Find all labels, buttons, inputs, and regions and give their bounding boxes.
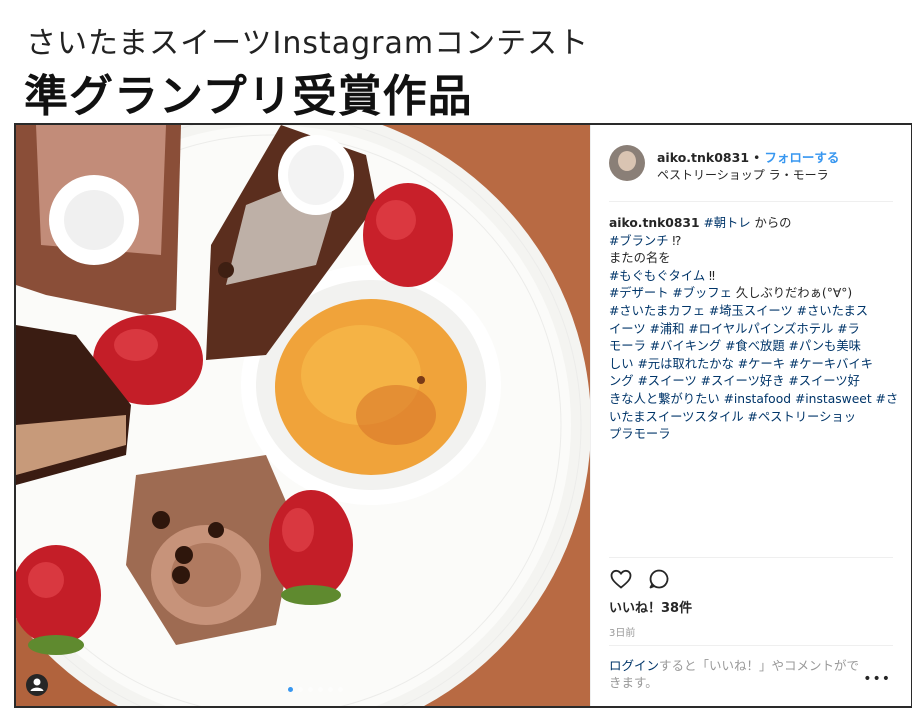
- page-title: 準グランプリ受賞作品: [24, 71, 473, 122]
- post-photo[interactable]: [16, 125, 590, 706]
- hashtag-link[interactable]: いたまスイーツスタイル #ペストリーショッ: [609, 410, 856, 424]
- username-link[interactable]: aiko.tnk0831: [657, 150, 749, 165]
- hashtag-link[interactable]: イーツ #浦和 #ロイヤルパインズホテル #ラ: [609, 322, 860, 336]
- likes-count[interactable]: いいね！38件: [609, 597, 692, 616]
- caption-line: #さいたまカフェ #埼玉スイーツ #さいたまス: [609, 303, 891, 321]
- caption-username[interactable]: aiko.tnk0831: [609, 216, 700, 230]
- hashtag-link[interactable]: #デザート #ブッフェ: [609, 286, 732, 300]
- location-link[interactable]: ペストリーショップ ラ・モーラ: [657, 166, 829, 183]
- caption-line: しい #元は取れたかな #ケーキ #ケーキバイキ: [609, 356, 891, 374]
- dessert-plate-image: [16, 125, 590, 706]
- hashtag-link[interactable]: プラモーラ: [609, 427, 671, 441]
- caption-line: モーラ #バイキング #食べ放題 #パンも美味: [609, 338, 891, 356]
- hashtag-link[interactable]: しい #元は取れたかな #ケーキ #ケーキバイキ: [609, 357, 873, 371]
- login-prompt: ログインすると「いいね！」やコメントができます。: [609, 657, 869, 691]
- avatar[interactable]: [609, 145, 645, 181]
- post-actions: [609, 567, 671, 591]
- caption-line: プラモーラ: [609, 426, 891, 444]
- hashtag-link[interactable]: モーラ #バイキング #食べ放題 #パンも美味: [609, 339, 861, 353]
- login-link[interactable]: ログイン: [609, 658, 659, 673]
- caption-line: いたまスイーツスタイル #ペストリーショッ: [609, 409, 891, 427]
- caption-line: イーツ #浦和 #ロイヤルパインズホテル #ラ: [609, 321, 891, 339]
- person-icon[interactable]: [26, 674, 48, 696]
- post-timestamp: 3日前: [609, 628, 636, 639]
- hashtag-link[interactable]: きな人と繋がりたい #instafood #instasweet #さ: [609, 392, 898, 406]
- divider: [609, 201, 893, 202]
- caption-text: からの: [750, 216, 792, 230]
- caption-text: 久しぶりだわぁ(°∀°): [731, 286, 853, 301]
- instagram-post-embed: aiko.tnk0831 • フォローする ペストリーショップ ラ・モーラ ai…: [14, 123, 912, 708]
- divider: [609, 557, 893, 558]
- carousel-dot[interactable]: [288, 687, 293, 692]
- carousel-indicator[interactable]: [288, 687, 343, 692]
- carousel-dot[interactable]: [308, 687, 313, 692]
- comment-icon[interactable]: [647, 567, 671, 591]
- caption-text: またの名を: [609, 251, 671, 266]
- caption-line: またの名を: [609, 250, 891, 268]
- post-details-panel: aiko.tnk0831 • フォローする ペストリーショップ ラ・モーラ ai…: [590, 125, 911, 706]
- hashtag-link[interactable]: #朝トレ: [703, 216, 750, 230]
- follow-button[interactable]: フォローする: [764, 150, 839, 165]
- carousel-dot[interactable]: [338, 687, 343, 692]
- hashtag-link[interactable]: #ブランチ: [609, 234, 669, 248]
- divider: [609, 645, 893, 646]
- hashtag-link[interactable]: #もぐもぐタイム: [609, 269, 705, 283]
- caption-line: #デザート #ブッフェ 久しぶりだわぁ(°∀°): [609, 285, 891, 303]
- more-options-icon[interactable]: •••: [863, 671, 891, 687]
- heart-icon[interactable]: [609, 567, 633, 591]
- hashtag-link[interactable]: #さいたまカフェ #埼玉スイーツ #さいたまス: [609, 304, 868, 318]
- post-caption: aiko.tnk0831 #朝トレ からの #ブランチ ⁉ またの名を #もぐもぐタ…: [609, 215, 898, 444]
- caption-line: #もぐもぐタイム ‼: [609, 268, 891, 286]
- caption-line: きな人と繋がりたい #instafood #instasweet #さ: [609, 391, 898, 409]
- separator: •: [753, 150, 761, 165]
- post-header-text: aiko.tnk0831 • フォローする: [657, 147, 839, 166]
- caption-line: ング #スイーツ #スイーツ好き #スイーツ好: [609, 373, 891, 391]
- carousel-dot[interactable]: [318, 687, 323, 692]
- carousel-dot[interactable]: [298, 687, 303, 692]
- post-header: aiko.tnk0831 • フォローする ペストリーショップ ラ・モーラ: [609, 143, 889, 195]
- caption-text: ⁉: [668, 233, 682, 248]
- carousel-dot[interactable]: [328, 687, 333, 692]
- page-subtitle: さいたまスイーツInstagramコンテスト: [26, 26, 590, 61]
- hashtag-link[interactable]: ング #スイーツ #スイーツ好き #スイーツ好: [609, 374, 860, 388]
- caption-line: #ブランチ ⁉: [609, 233, 891, 251]
- caption-text: ‼: [705, 268, 716, 283]
